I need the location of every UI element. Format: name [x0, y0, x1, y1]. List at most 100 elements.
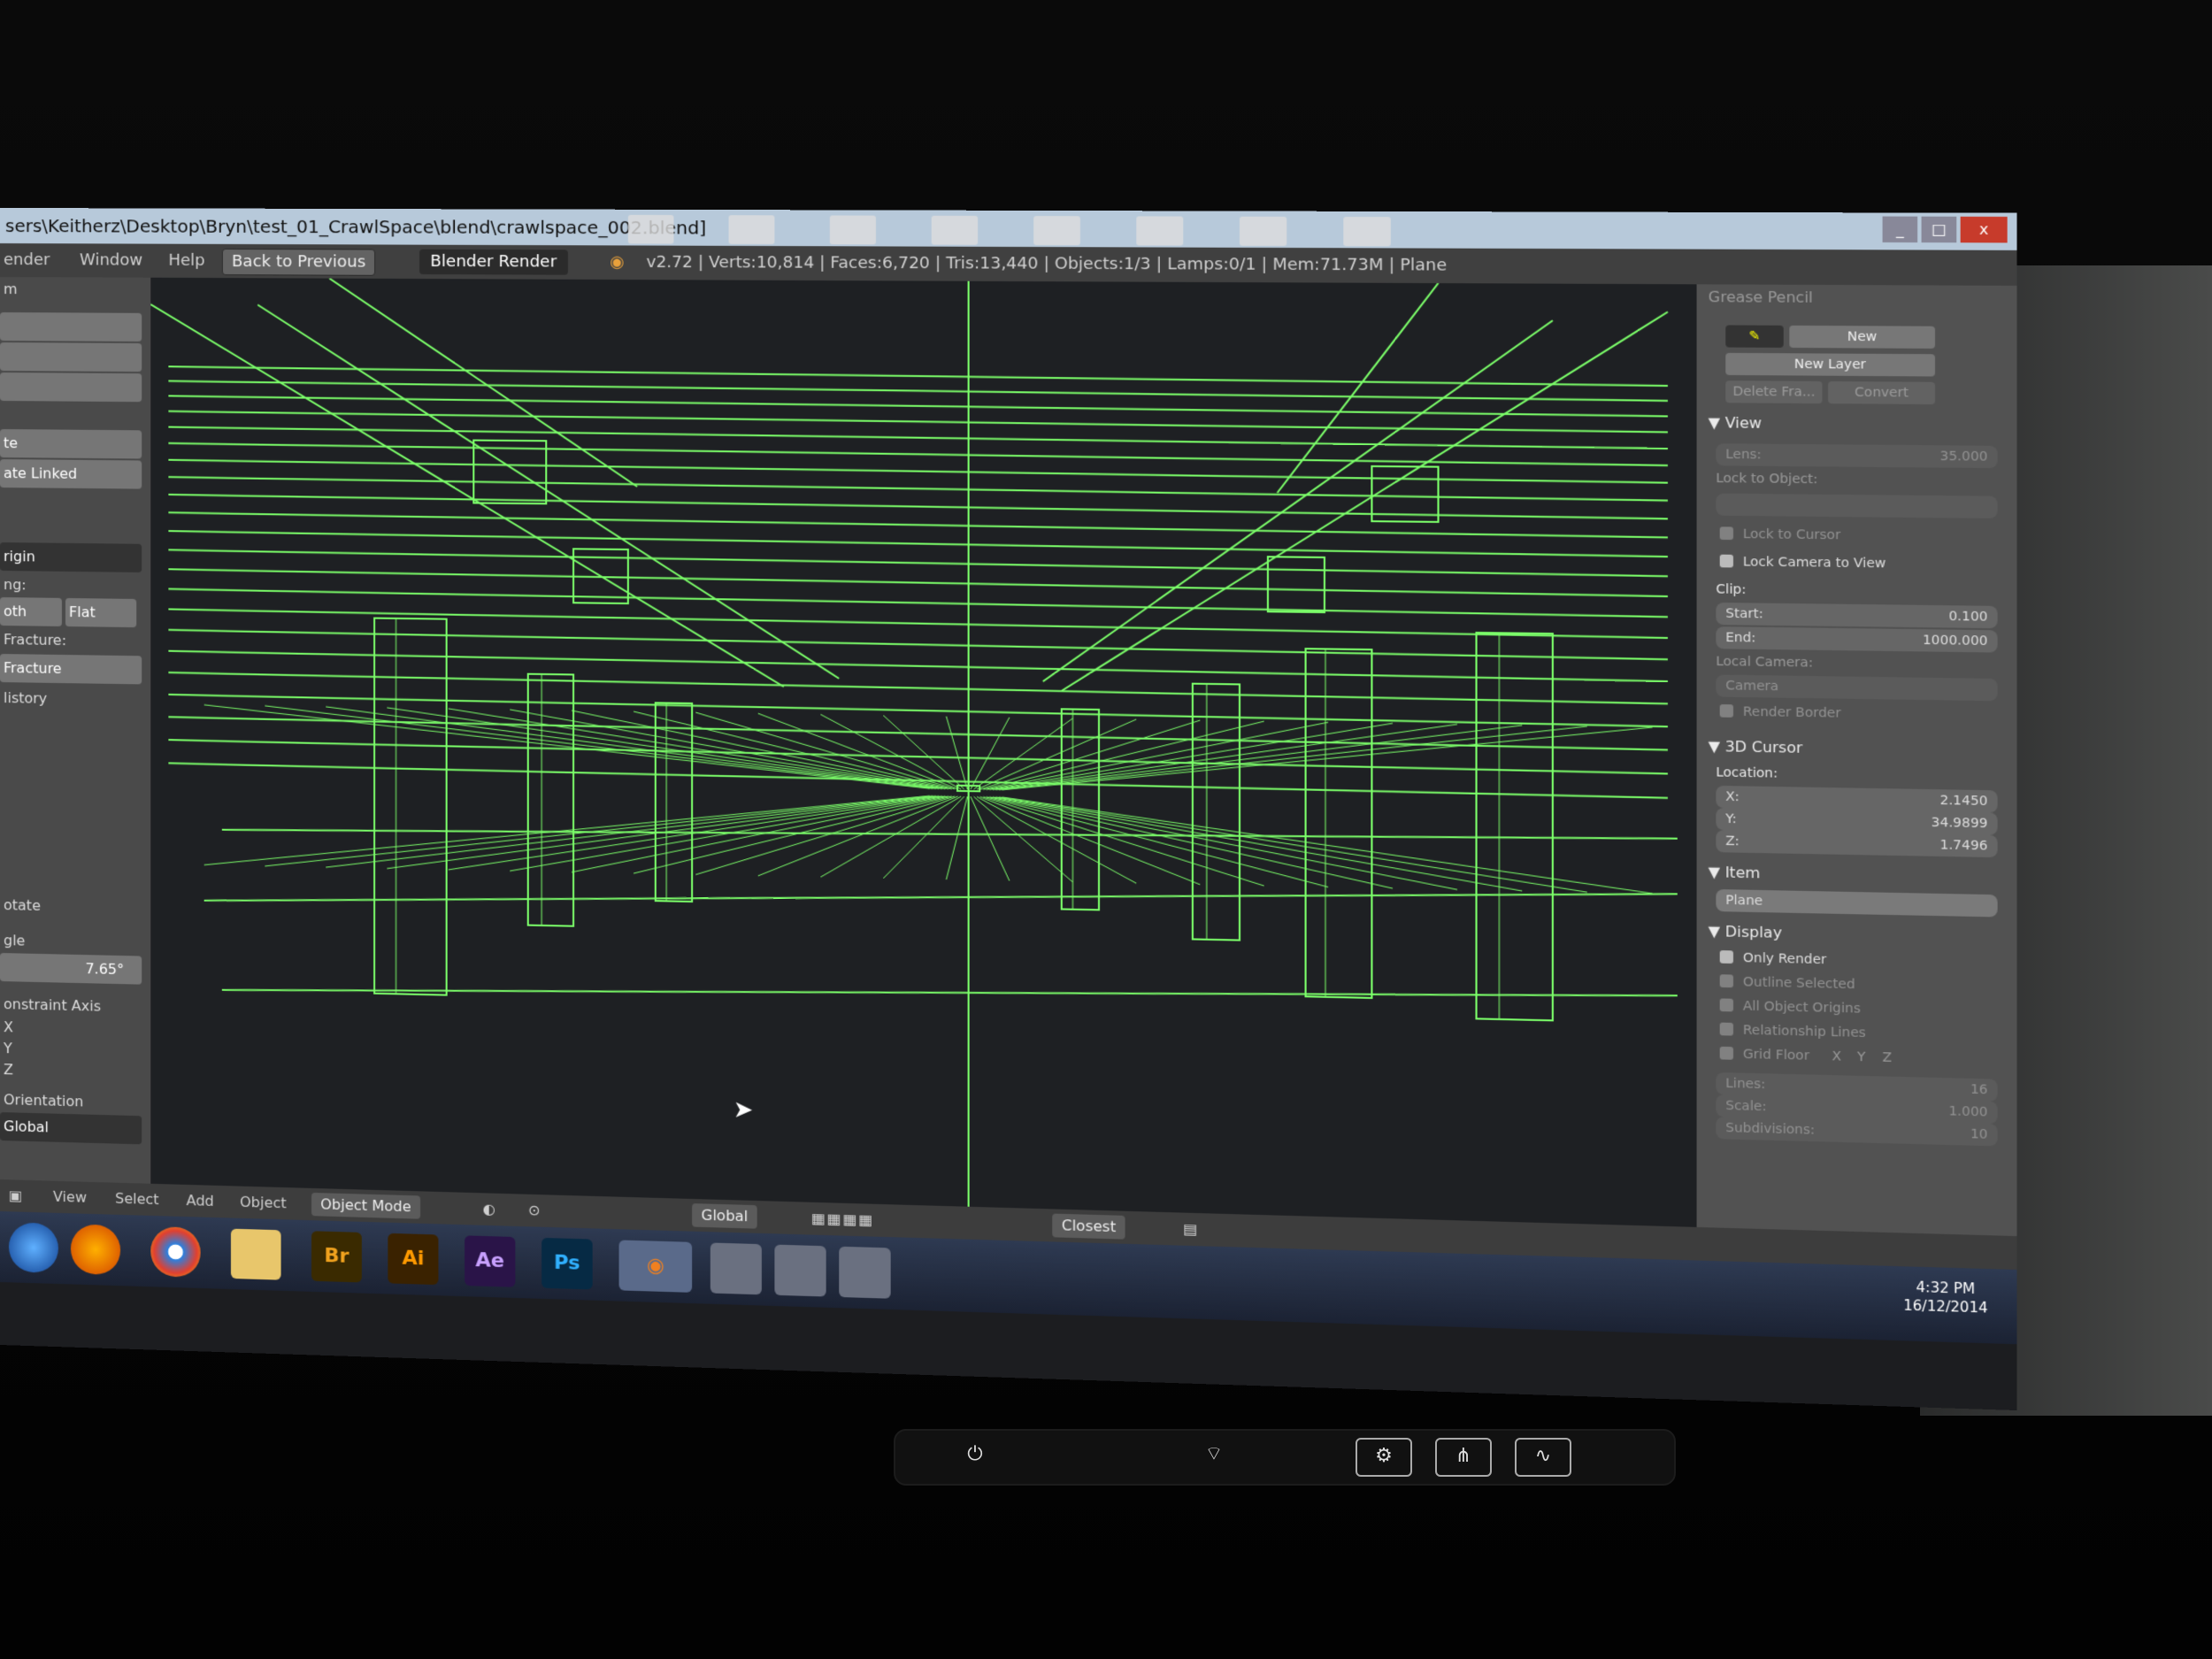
- all-object-origins-checkbox[interactable]: All Object Origins: [1720, 998, 1861, 1017]
- new-layer-button[interactable]: New Layer: [1725, 352, 1935, 377]
- cursor-z-field[interactable]: Z: 1.7496: [1716, 830, 1998, 858]
- menu-select[interactable]: Select: [115, 1183, 159, 1217]
- back-to-previous-button[interactable]: Back to Previous: [221, 248, 376, 276]
- taskbar-window-icon[interactable]: [710, 1242, 762, 1295]
- 3d-cursor-panel-header[interactable]: ▼ 3D Cursor: [1709, 737, 1803, 757]
- ceiling-joist: [168, 411, 1668, 433]
- lock-to-cursor-checkbox[interactable]: Lock to Cursor: [1720, 526, 1840, 543]
- menu-object[interactable]: Object: [240, 1187, 287, 1220]
- explorer-icon[interactable]: [230, 1228, 281, 1280]
- editor-type-icon[interactable]: ▣: [9, 1179, 22, 1211]
- lens-field[interactable]: Lens: 35.000: [1716, 443, 1998, 469]
- menu-help[interactable]: Help: [168, 244, 204, 278]
- grid-floor-checkbox[interactable]: Grid Floor: [1720, 1047, 1809, 1064]
- delete-frame-button[interactable]: Delete Fra...: [1725, 380, 1823, 404]
- transform-orientation-select[interactable]: Global: [692, 1203, 757, 1229]
- close-button[interactable]: x: [1960, 216, 2008, 243]
- shading-smooth-button[interactable]: oth: [0, 597, 62, 626]
- ceiling-joist: [168, 460, 1668, 483]
- render-preview-icon[interactable]: ▤: [1183, 1213, 1197, 1247]
- axis-x-checkbox[interactable]: X: [4, 1018, 13, 1035]
- axis-z-checkbox[interactable]: Z: [4, 1061, 13, 1078]
- menu-window[interactable]: Window: [80, 243, 142, 277]
- 3d-viewport[interactable]: ➤: [150, 278, 1697, 1227]
- power-icon[interactable]: ⏻: [949, 1438, 1002, 1473]
- set-origin-select[interactable]: rigin: [0, 542, 142, 572]
- menu-view[interactable]: View: [53, 1181, 87, 1214]
- desktop-icon[interactable]: [931, 215, 979, 245]
- layers-icon[interactable]: ▦▦▦▦: [811, 1202, 874, 1237]
- taskbar-window-icon[interactable]: [774, 1244, 826, 1297]
- pencil-icon[interactable]: ✎: [1725, 325, 1784, 348]
- desktop-icon[interactable]: [627, 214, 674, 244]
- illustrator-icon[interactable]: Ai: [388, 1233, 439, 1286]
- grid-axis-z-toggle[interactable]: Z: [1883, 1050, 1893, 1065]
- clip-start-field[interactable]: Start: 0.100: [1716, 602, 1998, 629]
- grid-subdivisions-value: 10: [1970, 1126, 1988, 1142]
- clock-date: 16/12/2014: [1903, 1296, 1988, 1317]
- view-panel-header[interactable]: ▼ View: [1709, 414, 1762, 432]
- tool-button[interactable]: [0, 342, 142, 373]
- object-name-field[interactable]: Plane: [1716, 888, 1998, 918]
- shading-label: ng:: [3, 576, 27, 594]
- object-mode-select[interactable]: Object Mode: [311, 1192, 420, 1219]
- taskbar-window-icon[interactable]: [839, 1246, 891, 1299]
- snap-element-select[interactable]: Closest: [1052, 1213, 1125, 1240]
- blender-taskbar-icon[interactable]: ◉: [618, 1240, 693, 1293]
- menu-render[interactable]: ender: [4, 243, 50, 277]
- ceiling-joist: [168, 549, 1668, 576]
- axis-y-checkbox[interactable]: Y: [4, 1040, 12, 1056]
- settings-icon[interactable]: ⚙: [1356, 1438, 1412, 1477]
- start-button-icon[interactable]: [8, 1222, 58, 1274]
- orientation-select[interactable]: Global: [0, 1112, 142, 1145]
- minimize-button[interactable]: _: [1882, 216, 1918, 243]
- only-render-checkbox[interactable]: Only Render: [1720, 950, 1826, 968]
- menu-add[interactable]: Add: [187, 1185, 214, 1217]
- grid-axis-x-toggle[interactable]: X: [1832, 1049, 1842, 1064]
- firefox-icon[interactable]: [70, 1224, 121, 1276]
- bridge-icon[interactable]: Br: [311, 1231, 362, 1283]
- photoshop-icon[interactable]: Ps: [541, 1237, 593, 1290]
- viewport-shading-icon[interactable]: ◐: [483, 1193, 495, 1225]
- convert-button[interactable]: Convert: [1828, 380, 1935, 405]
- clip-end-field[interactable]: End: 1000.000: [1716, 626, 1998, 653]
- perspective-edge: [971, 796, 1010, 880]
- desktop-icon[interactable]: [1136, 216, 1184, 246]
- fracture-button[interactable]: Fracture: [0, 654, 142, 685]
- laptop-screen: sers\Keitherz\Desktop\Bryn\test_01_Crawl…: [0, 208, 2017, 1411]
- tool-button[interactable]: [0, 312, 142, 342]
- grid-axis-y-toggle[interactable]: Y: [1857, 1049, 1865, 1064]
- angle-field[interactable]: 7.65°: [0, 953, 142, 985]
- display-panel-header[interactable]: ▼ Display: [1709, 922, 1782, 941]
- clip-start-value: 0.100: [1948, 609, 1988, 625]
- audio-icon[interactable]: ∿: [1515, 1438, 1571, 1477]
- outline-selected-checkbox[interactable]: Outline Selected: [1720, 974, 1855, 993]
- lock-object-field[interactable]: [1716, 493, 1998, 518]
- grease-pencil-header[interactable]: Grease Pencil: [1709, 288, 1813, 306]
- grease-new-button[interactable]: New: [1789, 325, 1935, 349]
- desktop-icon[interactable]: [1343, 217, 1391, 247]
- pivot-point-icon[interactable]: ⊙: [528, 1194, 541, 1227]
- tool-button-duplicate-linked[interactable]: ate Linked: [0, 459, 142, 489]
- after-effects-icon[interactable]: Ae: [465, 1235, 516, 1287]
- share-icon[interactable]: ⋔: [1435, 1438, 1492, 1477]
- relationship-lines-checkbox[interactable]: Relationship Lines: [1720, 1023, 1866, 1041]
- desktop-icon[interactable]: [1239, 216, 1287, 246]
- item-panel-header[interactable]: ▼ Item: [1709, 864, 1761, 882]
- desktop-icon[interactable]: [829, 215, 876, 245]
- tool-button-duplicate[interactable]: te: [0, 429, 142, 459]
- chrome-icon[interactable]: [150, 1225, 201, 1278]
- render-border-checkbox[interactable]: Render Border: [1720, 704, 1841, 720]
- floor-edge: [222, 812, 1678, 857]
- desktop-icon[interactable]: [1033, 216, 1080, 246]
- local-camera-field[interactable]: Camera: [1716, 674, 1998, 702]
- render-engine-select[interactable]: Blender Render: [419, 249, 568, 275]
- wireless-icon[interactable]: ⌔: [1187, 1438, 1240, 1473]
- maximize-button[interactable]: □: [1921, 216, 1957, 243]
- lock-camera-to-view-checkbox[interactable]: Lock Camera to View: [1720, 555, 1886, 572]
- tool-button[interactable]: [0, 373, 142, 403]
- shading-flat-button[interactable]: Flat: [65, 597, 137, 628]
- mouse-cursor-icon: ➤: [733, 1096, 754, 1125]
- desktop-icon[interactable]: [728, 215, 775, 244]
- system-clock[interactable]: 4:32 PM 16/12/2014: [1903, 1278, 1987, 1317]
